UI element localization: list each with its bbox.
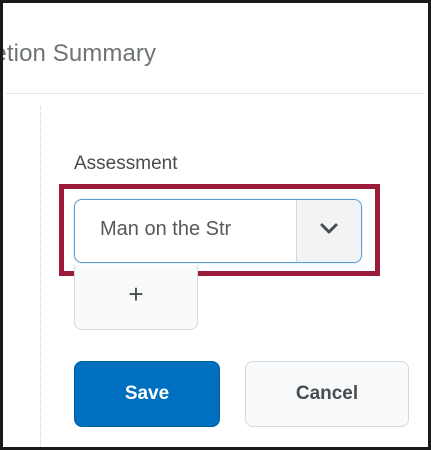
- dialog-frame: letion Summary Assessment Man on the Str…: [0, 0, 431, 450]
- header-divider: [6, 93, 425, 94]
- cancel-button[interactable]: Cancel: [245, 361, 409, 427]
- content-guide-line: [40, 106, 41, 447]
- dialog-header: letion Summary: [3, 6, 425, 93]
- page-title: letion Summary: [0, 40, 157, 67]
- save-button[interactable]: Save: [74, 361, 220, 427]
- plus-icon: +: [128, 279, 144, 309]
- highlight-annotation: [59, 184, 380, 276]
- add-assessment-button[interactable]: +: [74, 265, 198, 330]
- assessment-label: Assessment: [74, 153, 178, 174]
